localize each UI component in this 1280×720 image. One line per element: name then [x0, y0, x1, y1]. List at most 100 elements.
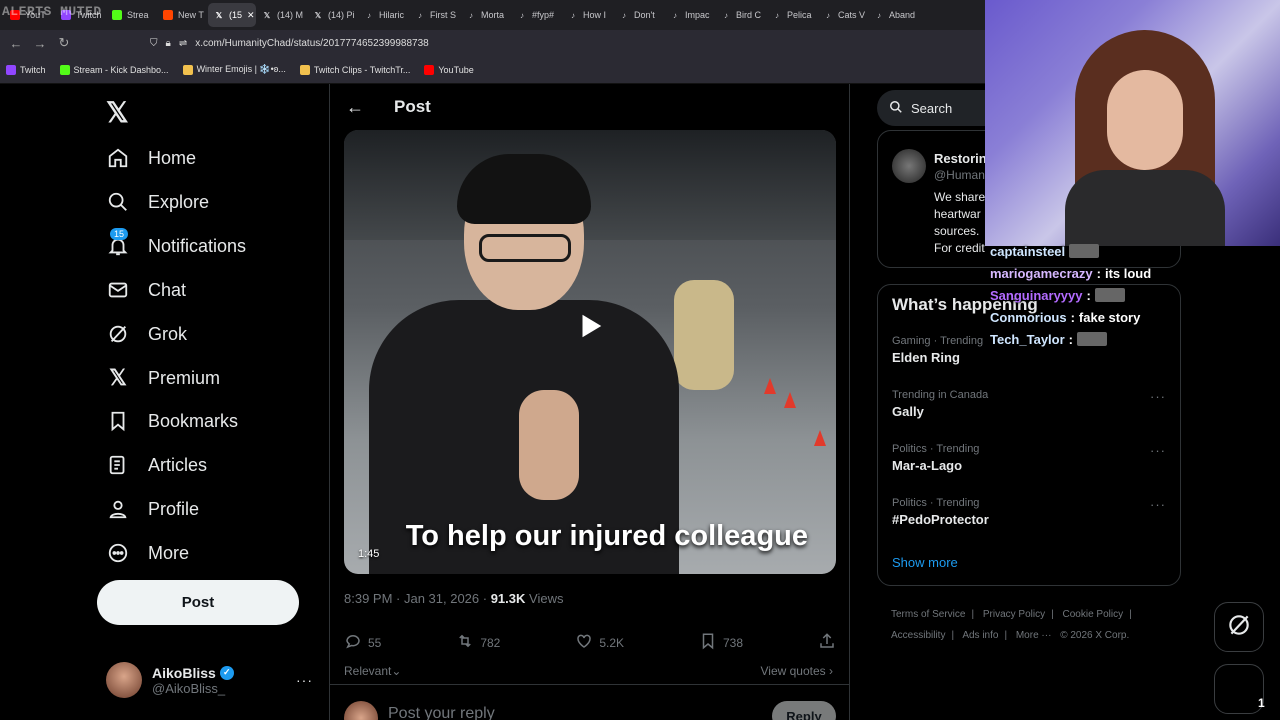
tiktok-favicon-icon: ♪ [622, 10, 626, 20]
trend-item[interactable]: Politics · Trending #PedoProtector ··· [892, 497, 1172, 527]
home-icon [106, 146, 130, 170]
views-label: Views [525, 591, 564, 606]
footer-link[interactable]: Accessibility [891, 630, 945, 641]
browser-tab[interactable]: ♪ First S [409, 3, 460, 27]
back-arrow-icon[interactable]: ← [346, 97, 364, 118]
more-circle-icon [106, 541, 130, 565]
post-button[interactable]: Post [97, 580, 299, 625]
post-timestamp: 8:39 PM · Jan 31, 2026 · [344, 591, 491, 606]
twitch-icon [6, 64, 16, 75]
nav-home[interactable]: Home [106, 146, 196, 170]
bookmark-icon [699, 632, 717, 653]
emote-icon [1077, 332, 1107, 346]
nav-articles[interactable]: Articles [106, 453, 207, 477]
browser-tab[interactable]: ♪ How I [562, 3, 613, 27]
chat-text: its loud [1104, 265, 1152, 281]
browser-tab[interactable]: ♪ Bird C [715, 3, 766, 27]
avatar[interactable] [892, 149, 926, 183]
share-action[interactable] [818, 632, 836, 653]
url-bar[interactable]: ⛉ 🔒︎ ⇌ x.com/HumanityChad/status/2017774… [150, 34, 429, 52]
search-icon [889, 100, 903, 117]
footer-link[interactable]: Terms of Service [891, 609, 965, 620]
share-icon [818, 632, 836, 653]
footer-link[interactable]: Privacy Policy [983, 609, 1045, 620]
bookmark-kick[interactable]: Stream - Kick Dashbo... [59, 64, 169, 75]
chat-username: captainsteel [990, 243, 1066, 259]
bookmark-youtube[interactable]: YouTube [424, 64, 474, 75]
nav-profile[interactable]: Profile [106, 497, 199, 521]
more-icon[interactable]: ··· [1150, 443, 1166, 458]
account-switcher[interactable]: AikoBliss ✓ @AikoBliss_ [106, 662, 234, 698]
repost-action[interactable]: 782 [456, 632, 500, 653]
footer-link[interactable]: Ads info [962, 630, 998, 641]
browser-tab-active[interactable]: 𝕏 (15 ✕ [208, 3, 256, 27]
view-quotes-link[interactable]: View quotes › [761, 664, 834, 678]
bookmark-twitch[interactable]: Twitch [6, 64, 46, 75]
chat-username: Tech_Taylor [990, 331, 1065, 347]
chevron-down-icon: ⌄ [391, 664, 402, 678]
bookmark-action[interactable]: 738 [699, 632, 743, 653]
video-player[interactable]: To help our injured colleague 1:45 [344, 130, 836, 574]
messages-floating-button[interactable] [1214, 664, 1264, 714]
browser-tab[interactable]: ♪ Aband [868, 3, 919, 27]
play-icon[interactable] [570, 306, 610, 346]
grok-icon [106, 322, 130, 346]
footer-link[interactable]: Cookie Policy [1063, 609, 1124, 620]
back-arrow-icon[interactable]: ← [4, 36, 28, 51]
bookmark-winter-emojis[interactable]: Winter Emojis | ❄️•ʚ... [182, 64, 286, 75]
browser-tab[interactable]: 𝕏 (14) Pi [307, 3, 358, 27]
emote-icon [1094, 288, 1125, 302]
footer-link[interactable]: More ··· [1016, 630, 1052, 641]
more-icon[interactable]: ··· [1150, 497, 1166, 512]
main-column: ← Post To help our injured colleague 1:4… [330, 84, 850, 720]
page-info-icon: ⇌ [178, 37, 188, 49]
nav-grok[interactable]: Grok [106, 322, 187, 346]
footer-separator: | [1051, 609, 1054, 620]
browser-tab[interactable]: New T [157, 3, 208, 27]
views-count: 91.3K [490, 591, 526, 606]
relevant-person-name[interactable]: Restorin [934, 151, 987, 166]
nav-more[interactable]: More [106, 541, 189, 565]
browser-tab[interactable]: 𝕏 (14) M [256, 3, 307, 27]
browser-tab[interactable]: ♪ #fyp# [511, 3, 562, 27]
reply-button[interactable]: Reply [772, 701, 836, 720]
nav-bookmarks[interactable]: Bookmarks [106, 409, 238, 433]
url-text: x.com/HumanityChad/status/20177746523999… [195, 37, 429, 49]
browser-tab[interactable]: ♪ Pelica [766, 3, 817, 27]
reply-input[interactable]: Post your reply [388, 705, 495, 720]
browser-tab[interactable]: ♪ Morta [460, 3, 511, 27]
show-more-link[interactable]: Show more [892, 555, 958, 570]
reply-sort-dropdown[interactable]: Relevant⌄ [344, 664, 401, 678]
nav-chat[interactable]: Chat [106, 278, 186, 302]
kick-icon [59, 64, 70, 75]
chat-username: mariogamecrazy [990, 265, 1093, 281]
browser-tab[interactable]: ♪ Don't [613, 3, 664, 27]
trend-item[interactable]: Trending in Canada Gally ··· [892, 389, 1172, 419]
bell-icon: 15 [106, 228, 130, 258]
bookmark-icon [106, 409, 130, 433]
x-favicon-icon: 𝕏 [215, 10, 223, 20]
browser-tab[interactable]: ♪ Cats V [817, 3, 868, 27]
nav-notifications[interactable]: 15 Notifications [106, 228, 246, 258]
tiktok-favicon-icon: ♪ [520, 10, 524, 20]
reload-icon[interactable]: ↻ [52, 35, 76, 51]
reply-action[interactable]: 55 [344, 632, 381, 653]
nav-premium[interactable]: 𝕏 Premium [106, 365, 220, 390]
grok-floating-button[interactable] [1214, 602, 1264, 652]
post-header: ← Post [330, 84, 849, 130]
forward-arrow-icon[interactable]: → [28, 36, 52, 51]
video-frame-detail [519, 390, 579, 500]
bookmark-twitch-clips[interactable]: Twitch Clips - TwitchTr... [299, 64, 410, 75]
account-more-icon[interactable]: ··· [296, 672, 313, 688]
like-action[interactable]: 5.2K [575, 632, 624, 653]
streamer-figure-detail [1107, 70, 1183, 170]
trend-item[interactable]: Politics · Trending Mar-a-Lago ··· [892, 443, 1172, 473]
browser-tab[interactable]: Strea [106, 3, 157, 27]
close-tab-icon[interactable]: ✕ [247, 10, 255, 21]
nav-explore[interactable]: Explore [106, 190, 209, 214]
emote-icon [1069, 244, 1100, 258]
browser-tab[interactable]: ♪ Hilaric [358, 3, 409, 27]
x-logo-icon[interactable]: 𝕏 [106, 96, 129, 129]
browser-tab[interactable]: ♪ Impac [664, 3, 715, 27]
more-icon[interactable]: ··· [1150, 389, 1166, 404]
